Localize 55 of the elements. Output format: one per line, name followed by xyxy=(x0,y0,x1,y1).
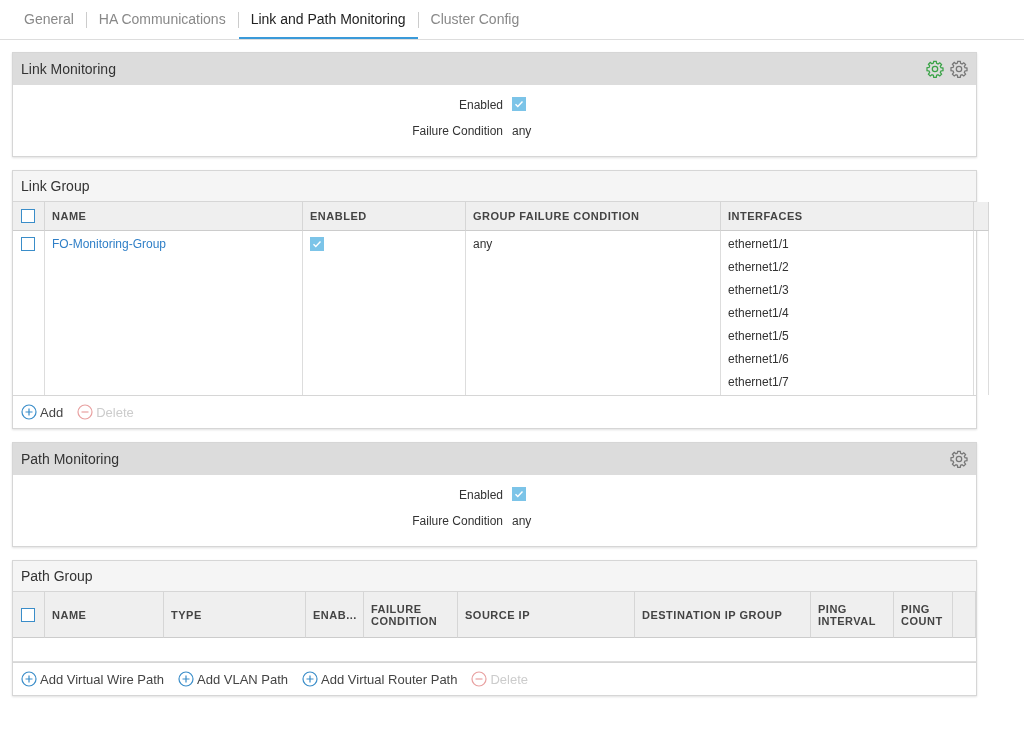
add-button[interactable]: Add Virtual Wire Path xyxy=(21,671,165,687)
column-header: PING INTERVAL xyxy=(811,592,894,638)
interface-name: ethernet1/4 xyxy=(728,306,790,320)
plus-circle-icon xyxy=(178,671,195,687)
field-label: Failure Condition xyxy=(411,514,503,528)
interface-name: ethernet1/2 xyxy=(728,260,790,274)
column-header: PING COUNT xyxy=(894,592,953,638)
interface-name: ethernet1/5 xyxy=(728,329,790,343)
field-label: Failure Condition xyxy=(411,124,503,138)
field-label: Enabled xyxy=(457,97,503,112)
column-header: ENAB... xyxy=(306,592,364,638)
column-header: FAILURE CONDITION xyxy=(364,592,458,638)
interface-name: ethernet1/1 xyxy=(728,237,790,251)
checkbox[interactable] xyxy=(21,209,35,223)
add-button[interactable]: Add Virtual Router Path xyxy=(302,671,458,687)
field-value: any xyxy=(512,514,533,528)
settings-icon[interactable] xyxy=(950,60,968,78)
column-header: NAME xyxy=(45,202,303,231)
add-button[interactable]: Add xyxy=(21,404,64,420)
group-name-link[interactable]: FO-Monitoring-Group xyxy=(52,237,167,251)
checkbox[interactable] xyxy=(512,487,526,501)
tab[interactable]: Cluster Config xyxy=(418,0,532,39)
tab[interactable]: HA Communications xyxy=(86,0,238,39)
plus-circle-icon xyxy=(302,671,319,687)
check-icon xyxy=(514,99,524,109)
column-header: GROUP FAILURE CONDITION xyxy=(466,202,721,231)
column-header: NAME xyxy=(45,592,164,638)
field-label: Enabled xyxy=(457,487,503,502)
column-header: SOURCE IP xyxy=(458,592,635,638)
column-header: DESTINATION IP GROUP xyxy=(635,592,811,638)
column-header: ENABLED xyxy=(303,202,466,231)
panel-title: Link Group xyxy=(13,171,976,202)
field-value: any xyxy=(512,124,533,138)
settings-icon[interactable] xyxy=(950,450,968,468)
checkbox[interactable] xyxy=(512,97,526,111)
checkbox[interactable] xyxy=(21,237,35,251)
column-header: INTERFACES xyxy=(721,202,974,231)
panel-title: Link Monitoring xyxy=(21,61,117,77)
check-icon xyxy=(514,489,524,499)
plus-circle-icon xyxy=(21,671,37,687)
add-button[interactable]: Add VLAN Path xyxy=(178,671,289,687)
tab[interactable]: General xyxy=(12,0,86,39)
minus-circle-icon xyxy=(471,671,488,687)
interface-name: ethernet1/6 xyxy=(728,352,790,366)
minus-circle-icon xyxy=(77,404,94,420)
table-cell: any xyxy=(466,231,721,395)
interface-name: ethernet1/3 xyxy=(728,283,790,297)
panel-title: Path Monitoring xyxy=(21,451,121,467)
status-gear-icon[interactable] xyxy=(926,60,944,78)
panel-title: Path Group xyxy=(13,561,976,592)
interface-name: ethernet1/7 xyxy=(728,375,790,389)
plus-circle-icon xyxy=(21,404,37,420)
tab[interactable]: Link and Path Monitoring xyxy=(238,0,418,39)
checkbox[interactable] xyxy=(21,607,35,622)
column-header: TYPE xyxy=(164,592,306,638)
